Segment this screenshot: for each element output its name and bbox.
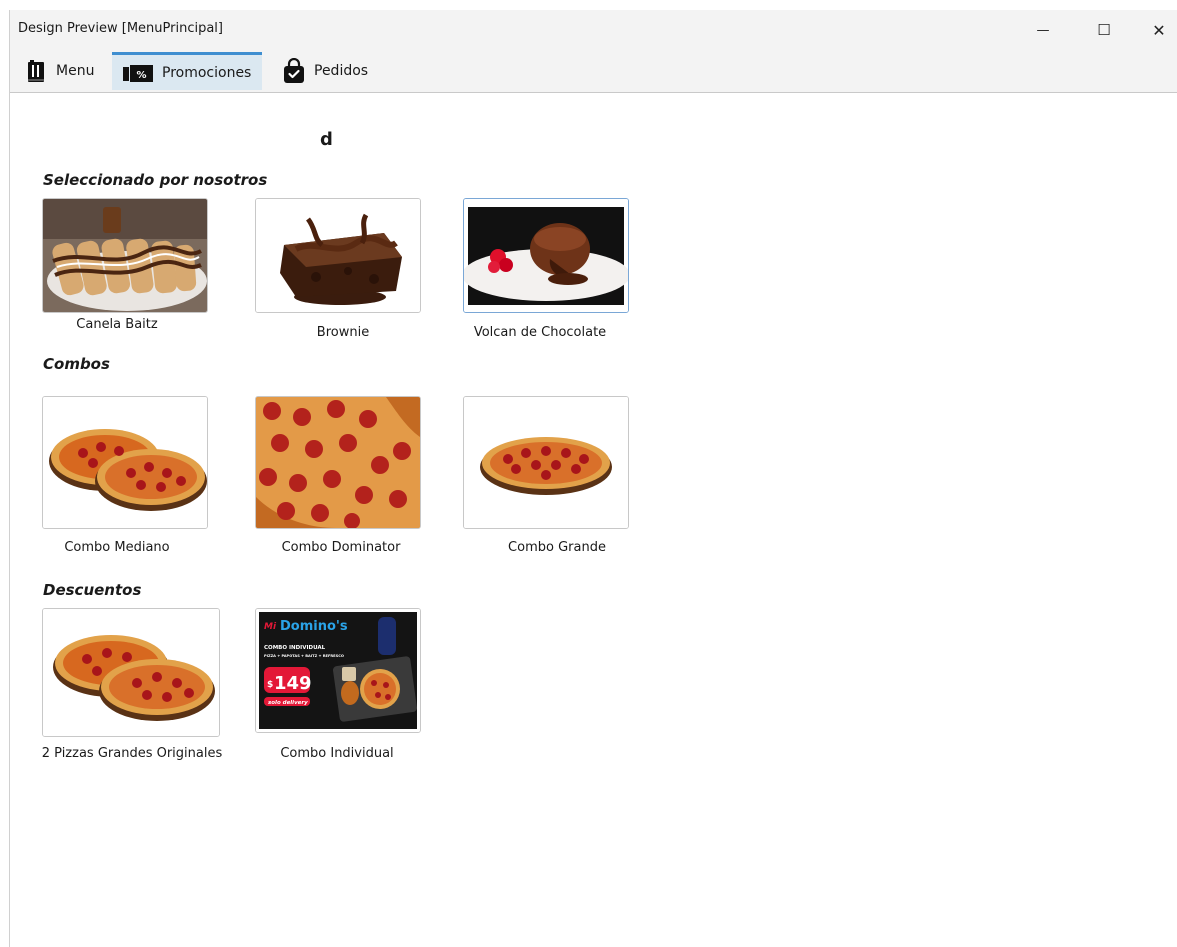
maximize-icon: ☐ xyxy=(1097,21,1111,39)
poster-subline: PIZZA + PAPOTAS + BAITZ + REFRESCO xyxy=(264,654,344,658)
tab-menu[interactable]: Menu xyxy=(16,52,108,90)
item-label: Brownie xyxy=(316,325,370,340)
tab-label: Promociones xyxy=(162,64,252,81)
tab-label: Menu xyxy=(56,63,95,79)
dominos-promo-poster-image: Mi Domino's COMBO INDIVIDUAL PIZZA + PAP… xyxy=(256,609,420,732)
item-label: Canela Baitz xyxy=(76,317,158,332)
promotions-panel: d Seleccionado por nosotros Canela Baitz… xyxy=(10,93,1177,947)
app-window: Design Preview [MenuPrincipal] — ☐ ✕ Men… xyxy=(9,10,1177,947)
minimize-icon: — xyxy=(1036,22,1050,38)
item-label: Volcan de Chocolate xyxy=(473,325,607,340)
two-pizzas-image xyxy=(43,397,207,528)
section-title-descuentos: Descuentos xyxy=(43,581,142,599)
tab-promociones[interactable]: % Promociones xyxy=(112,52,262,90)
section-title-combos: Combos xyxy=(43,355,110,373)
close-icon: ✕ xyxy=(1152,20,1166,40)
promo-card-brownie[interactable] xyxy=(255,198,421,313)
poster-headline: COMBO INDIVIDUAL xyxy=(264,645,326,651)
maximize-button[interactable]: ☐ xyxy=(1081,10,1127,50)
cinnamon-bread-image xyxy=(43,199,207,312)
item-label: Combo Grande xyxy=(508,540,606,555)
window-title: Design Preview [MenuPrincipal] xyxy=(18,21,223,36)
tab-bar: Menu % Promociones Pedidos xyxy=(10,50,1177,93)
section-title-seleccionado: Seleccionado por nosotros xyxy=(43,171,268,189)
poster-brand: Domino's xyxy=(280,619,348,634)
poster-price: 149 xyxy=(274,673,312,694)
promo-card-2-pizzas-grandes[interactable] xyxy=(42,608,220,737)
poster-badge: solo delivery xyxy=(268,700,308,706)
promo-card-combo-dominator[interactable] xyxy=(255,396,421,529)
promo-card-combo-mediano[interactable] xyxy=(42,396,208,529)
pepperoni-pizza-closeup-image xyxy=(256,397,420,528)
discount-tag-icon: % xyxy=(122,63,154,83)
shopping-bag-icon xyxy=(282,58,306,84)
item-label: 2 Pizzas Grandes Originales xyxy=(41,746,223,761)
promo-card-canela-baitz[interactable] xyxy=(42,198,208,313)
item-label: Combo Individual xyxy=(280,746,394,761)
promo-card-combo-individual[interactable]: Mi Domino's COMBO INDIVIDUAL PIZZA + PAP… xyxy=(255,608,421,733)
item-label: Combo Mediano xyxy=(64,540,170,555)
minimize-button[interactable]: — xyxy=(1020,10,1066,50)
brownie-image xyxy=(256,199,420,312)
poster-price-symbol: $ xyxy=(267,680,273,690)
title-bar: Design Preview [MenuPrincipal] — ☐ ✕ xyxy=(10,10,1177,50)
close-button[interactable]: ✕ xyxy=(1136,10,1177,50)
svg-text:%: % xyxy=(136,70,146,81)
pepperoni-pizza-image xyxy=(464,397,628,528)
menu-book-icon xyxy=(26,59,48,83)
tab-pedidos[interactable]: Pedidos xyxy=(272,52,376,90)
page-heading: d xyxy=(320,129,333,150)
svg-text:Mi: Mi xyxy=(264,622,277,632)
tab-label: Pedidos xyxy=(314,63,369,79)
two-pizzas-image xyxy=(43,609,219,736)
chocolate-lava-cake-image xyxy=(464,199,628,312)
item-label: Combo Dominator xyxy=(281,540,401,555)
promo-card-combo-grande[interactable] xyxy=(463,396,629,529)
promo-card-volcan-de-chocolate[interactable] xyxy=(463,198,629,313)
